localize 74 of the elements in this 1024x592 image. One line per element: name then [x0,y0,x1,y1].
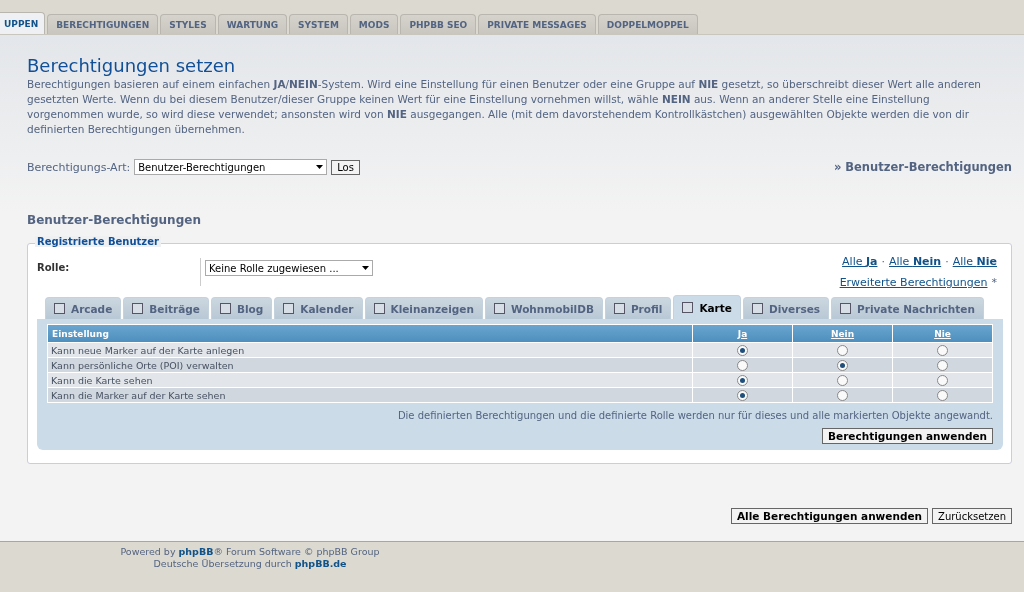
set-all-link[interactable]: Alle Ja [842,255,878,268]
fieldset-legend: Registrierte Benutzer [35,236,161,247]
section-title: Benutzer-Berechtigungen [27,213,202,227]
checkbox[interactable] [493,303,505,314]
nav-tab[interactable]: STYLES [160,14,216,34]
asterisk: * [991,276,997,289]
column-header[interactable]: Ja [693,325,792,342]
category-tab[interactable]: Kleinanzeigen [364,297,483,319]
radio-button[interactable] [737,360,748,371]
footer-text: Powered by phpBB® Forum Software © phpBB Group [120,546,380,558]
nav-tab[interactable]: PHPBB SEO [400,14,477,34]
nav-tab[interactable]: BERECHTIGUNGEN [47,14,159,34]
advanced-link[interactable]: Erweiterte Berechtigungen [839,276,988,289]
checkbox[interactable] [373,303,385,314]
nav-tab[interactable]: SYSTEM [289,14,348,34]
category-tab[interactable]: Diverses [742,297,830,319]
category-tab[interactable]: Karte [673,295,741,319]
radio-button[interactable] [937,375,948,386]
checkbox[interactable] [283,303,295,314]
radio-button[interactable] [837,345,848,356]
category-tab[interactable]: Beiträge [123,297,209,319]
note-text: Die definierten Berechtigungen und die definierte Rolle werden nur für dieses und alle markierten Objekte angewandt. [396,410,993,421]
category-tab[interactable]: Private Nachrichten [831,297,984,319]
role-select[interactable]: Keine Rolle zugewiesen ... [205,260,373,276]
radio-button[interactable] [737,345,748,356]
nav-tab[interactable]: PRIVATE MESSAGES [478,14,596,34]
set-all-link[interactable]: Alle Nein [888,255,942,268]
checkbox[interactable] [132,303,144,314]
footer-text: Deutsche Übersetzung durch phpBB.de [153,558,347,570]
category-tab[interactable]: Arcade [45,297,122,319]
checkbox[interactable] [682,302,694,313]
apply-all-button[interactable]: Alle Berechtigungen anwenden [731,508,929,524]
column-header[interactable]: Nie [893,325,992,342]
checkbox[interactable] [219,303,231,314]
column-header: Einstellung [48,325,692,342]
nav-tab[interactable]: DOPPELMOPPEL [597,14,698,34]
radio-button[interactable] [837,390,848,401]
table-cell: Kann die Karte sehen [48,373,692,387]
table-cell: Kann neue Marker auf der Karte anlegen [48,343,692,357]
checkbox[interactable] [54,303,65,314]
role-label: Rolle: [37,261,71,273]
description: Berechtigungen basieren auf einem einfachen JA/NEIN-System. Wird eine Einstellung für einen Benutzer oder eine Gruppe auf NIE gesetzt, so überschreibt dieser Wert alle anderen gesetzten Werte. Wenn du bei diesem Benutzer/dieser Gruppe keinen Wert für eine Einstellung vornehmen willst, wähle NEIN aus. Wenn an anderer Stelle eine Einstellung vorgenommen wurde, so wird diese verwendet; ansonsten wird von NIE ausgegangen. Alle (mit dem davorstehendem Kontrollkästchen) ausgewählten Objekte werden die von dir definierten Berechtigungen übernehmen. [27,77,982,137]
page-title: Berechtigungen setzen [27,55,237,76]
radio-button[interactable] [937,345,948,356]
table-cell: Kann persönliche Orte (POI) verwalten [48,358,692,372]
checkbox[interactable] [613,303,625,314]
set-all-link[interactable]: Alle Nie [952,255,997,268]
type-select[interactable]: Benutzer-Berechtigungen [134,159,328,175]
category-tab[interactable]: Kalender [274,297,363,319]
nav-tab[interactable]: WARTUNG [217,14,288,34]
radio-button[interactable] [737,375,748,386]
category-tab[interactable]: Profil [604,297,672,319]
nav-tab[interactable]: MODS [349,14,399,34]
checkbox[interactable] [840,303,852,314]
caret-icon [316,165,324,169]
column-header[interactable]: Nein [793,325,892,342]
category-tab[interactable]: Blog [210,297,273,319]
radio-button[interactable] [837,360,848,371]
radio-button[interactable] [937,390,948,401]
caret-icon [362,266,369,270]
go-button[interactable]: Los [331,159,360,175]
permissions-link[interactable]: » Benutzer-Berechtigungen [833,160,1012,174]
separator: · [945,255,949,268]
table-cell: Kann die Marker auf der Karte sehen [48,388,692,402]
radio-button[interactable] [937,360,948,371]
field-label: Berechtigungs-Art: [27,160,131,174]
radio-button[interactable] [837,375,848,386]
nav-tab[interactable]: UPPEN [0,12,46,34]
radio-button[interactable] [737,390,748,401]
separator: · [881,255,885,268]
reset-button[interactable]: Zurücksetzen [932,508,1012,524]
apply-button[interactable]: Berechtigungen anwenden [822,428,993,444]
category-tab[interactable]: WohnmobilDB [484,297,603,319]
checkbox[interactable] [751,303,763,314]
